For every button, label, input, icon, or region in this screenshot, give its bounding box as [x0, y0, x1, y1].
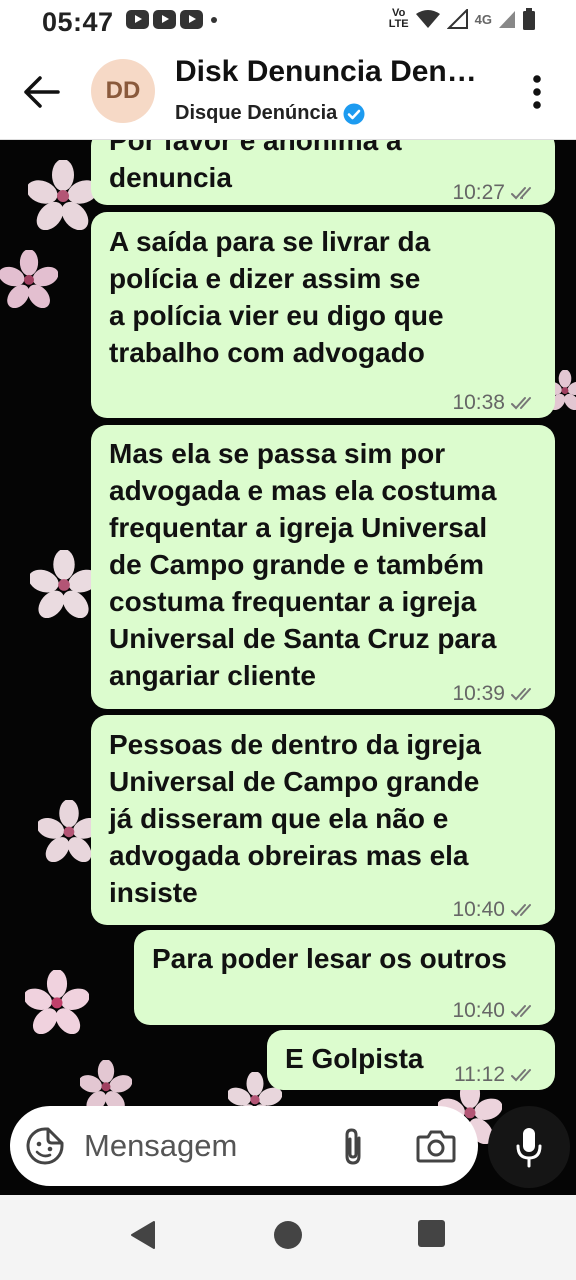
- message-bubble[interactable]: Por favor é anônima a denuncia 10:27: [91, 140, 555, 205]
- message-line: E Golpista: [285, 1043, 424, 1074]
- camera-icon[interactable]: [416, 1128, 456, 1164]
- message-meta: 10:40: [452, 992, 541, 1029]
- system-navigation-bar: [0, 1195, 576, 1280]
- contact-subtitle: Disque Denúncia: [175, 102, 365, 125]
- volte-indicator: Vo LTE: [388, 7, 409, 30]
- message-line: A saída para se livrar da: [109, 226, 431, 257]
- double-check-icon: [511, 186, 531, 199]
- youtube-notification-icon: [180, 10, 203, 29]
- nav-recents-icon[interactable]: [418, 1220, 445, 1247]
- message-line: de Campo grande e também: [109, 549, 484, 580]
- message-line: angariar cliente: [109, 660, 316, 691]
- status-bar: 05:47 Vo LTE 4G: [0, 0, 576, 44]
- message-meta: 10:38: [452, 384, 541, 421]
- wifi-icon: [415, 10, 440, 28]
- chat-header: DD Disk Denuncia Den… Disque Denúncia: [0, 44, 576, 140]
- signal-icon: [499, 11, 515, 28]
- microphone-icon: [516, 1128, 542, 1168]
- message-meta: 11:12: [454, 1056, 541, 1093]
- signal-icon: [446, 9, 468, 29]
- status-time: 05:47: [42, 7, 114, 37]
- verified-check-icon: [343, 103, 365, 124]
- battery-icon: [523, 8, 535, 30]
- youtube-notification-icon: [126, 10, 149, 29]
- message-line: já disseram que ela não e: [109, 803, 449, 834]
- youtube-notification-icon: [153, 10, 176, 29]
- chat-area[interactable]: Por favor é anônima a denuncia 10:27 A s…: [0, 140, 576, 1195]
- nav-home-icon[interactable]: [274, 1221, 302, 1249]
- message-line: Universal de Santa Cruz para: [109, 623, 497, 654]
- message-bubble[interactable]: A saída para se livrar da polícia e dize…: [91, 212, 555, 418]
- notification-icons: [126, 10, 217, 29]
- blossom-wallpaper-icon: [28, 160, 98, 230]
- message-line: Mas ela se passa sim por: [109, 438, 446, 469]
- paperclip-icon[interactable]: [338, 1126, 368, 1166]
- message-line: denuncia: [109, 162, 232, 193]
- message-meta: 10:39: [452, 675, 541, 712]
- message-time: 10:38: [452, 391, 505, 414]
- nav-back-icon[interactable]: [128, 1220, 158, 1250]
- avatar[interactable]: DD: [91, 59, 155, 123]
- message-bubble[interactable]: Mas ela se passa sim por advogada e mas …: [91, 425, 555, 709]
- message-meta: 10:40: [452, 891, 541, 928]
- status-indicators: Vo LTE 4G: [389, 8, 536, 30]
- message-time: 10:39: [452, 682, 505, 705]
- message-line: advogada obreiras mas ela: [109, 840, 469, 871]
- message-bubble[interactable]: Pessoas de dentro da igreja Universal de…: [91, 715, 555, 925]
- double-check-icon: [511, 903, 531, 916]
- network-type: 4G: [474, 11, 492, 27]
- business-name: Disque Denúncia: [175, 102, 338, 124]
- message-time: 10:40: [452, 999, 505, 1022]
- voice-message-button[interactable]: [488, 1106, 570, 1188]
- blossom-wallpaper-icon: [80, 1060, 132, 1112]
- message-line: advogada e mas ela costuma: [109, 475, 497, 506]
- message-line: insiste: [109, 877, 198, 908]
- message-line: Por favor é anônima a: [109, 140, 402, 156]
- message-line: Pessoas de dentro da igreja: [109, 729, 481, 760]
- message-meta: 10:27: [452, 174, 541, 211]
- message-line: a polícia vier eu digo que: [109, 300, 444, 331]
- message-time: 11:12: [454, 1063, 505, 1086]
- message-bubble[interactable]: Para poder lesar os outros 10:40: [134, 930, 555, 1025]
- message-line: trabalho com advogado: [109, 337, 425, 368]
- message-line: frequentar a igreja Universal: [109, 512, 488, 543]
- double-check-icon: [511, 1004, 531, 1017]
- blossom-wallpaper-icon: [30, 550, 98, 618]
- message-bubble[interactable]: E Golpista 11:12: [267, 1030, 555, 1090]
- double-check-icon: [511, 1068, 531, 1081]
- blossom-wallpaper-icon: [0, 250, 58, 308]
- blossom-wallpaper-icon: [25, 970, 89, 1034]
- message-time: 10:27: [452, 181, 505, 204]
- contact-name[interactable]: Disk Denuncia Den…: [175, 55, 477, 89]
- message-line: Universal de Campo grande: [109, 766, 480, 797]
- message-line: polícia e dizer assim se: [109, 263, 421, 294]
- arrow-left-icon[interactable]: [22, 74, 62, 110]
- message-composer: [10, 1106, 478, 1186]
- double-check-icon: [511, 396, 531, 409]
- message-line: costuma frequentar a igreja: [109, 586, 477, 617]
- more-notifications-icon: [211, 16, 217, 23]
- message-input[interactable]: [84, 1126, 324, 1166]
- message-line: Para poder lesar os outros: [152, 943, 507, 974]
- message-time: 10:40: [452, 898, 505, 921]
- double-check-icon: [511, 687, 531, 700]
- more-vertical-icon[interactable]: [526, 72, 548, 112]
- sticker-icon[interactable]: [26, 1127, 64, 1165]
